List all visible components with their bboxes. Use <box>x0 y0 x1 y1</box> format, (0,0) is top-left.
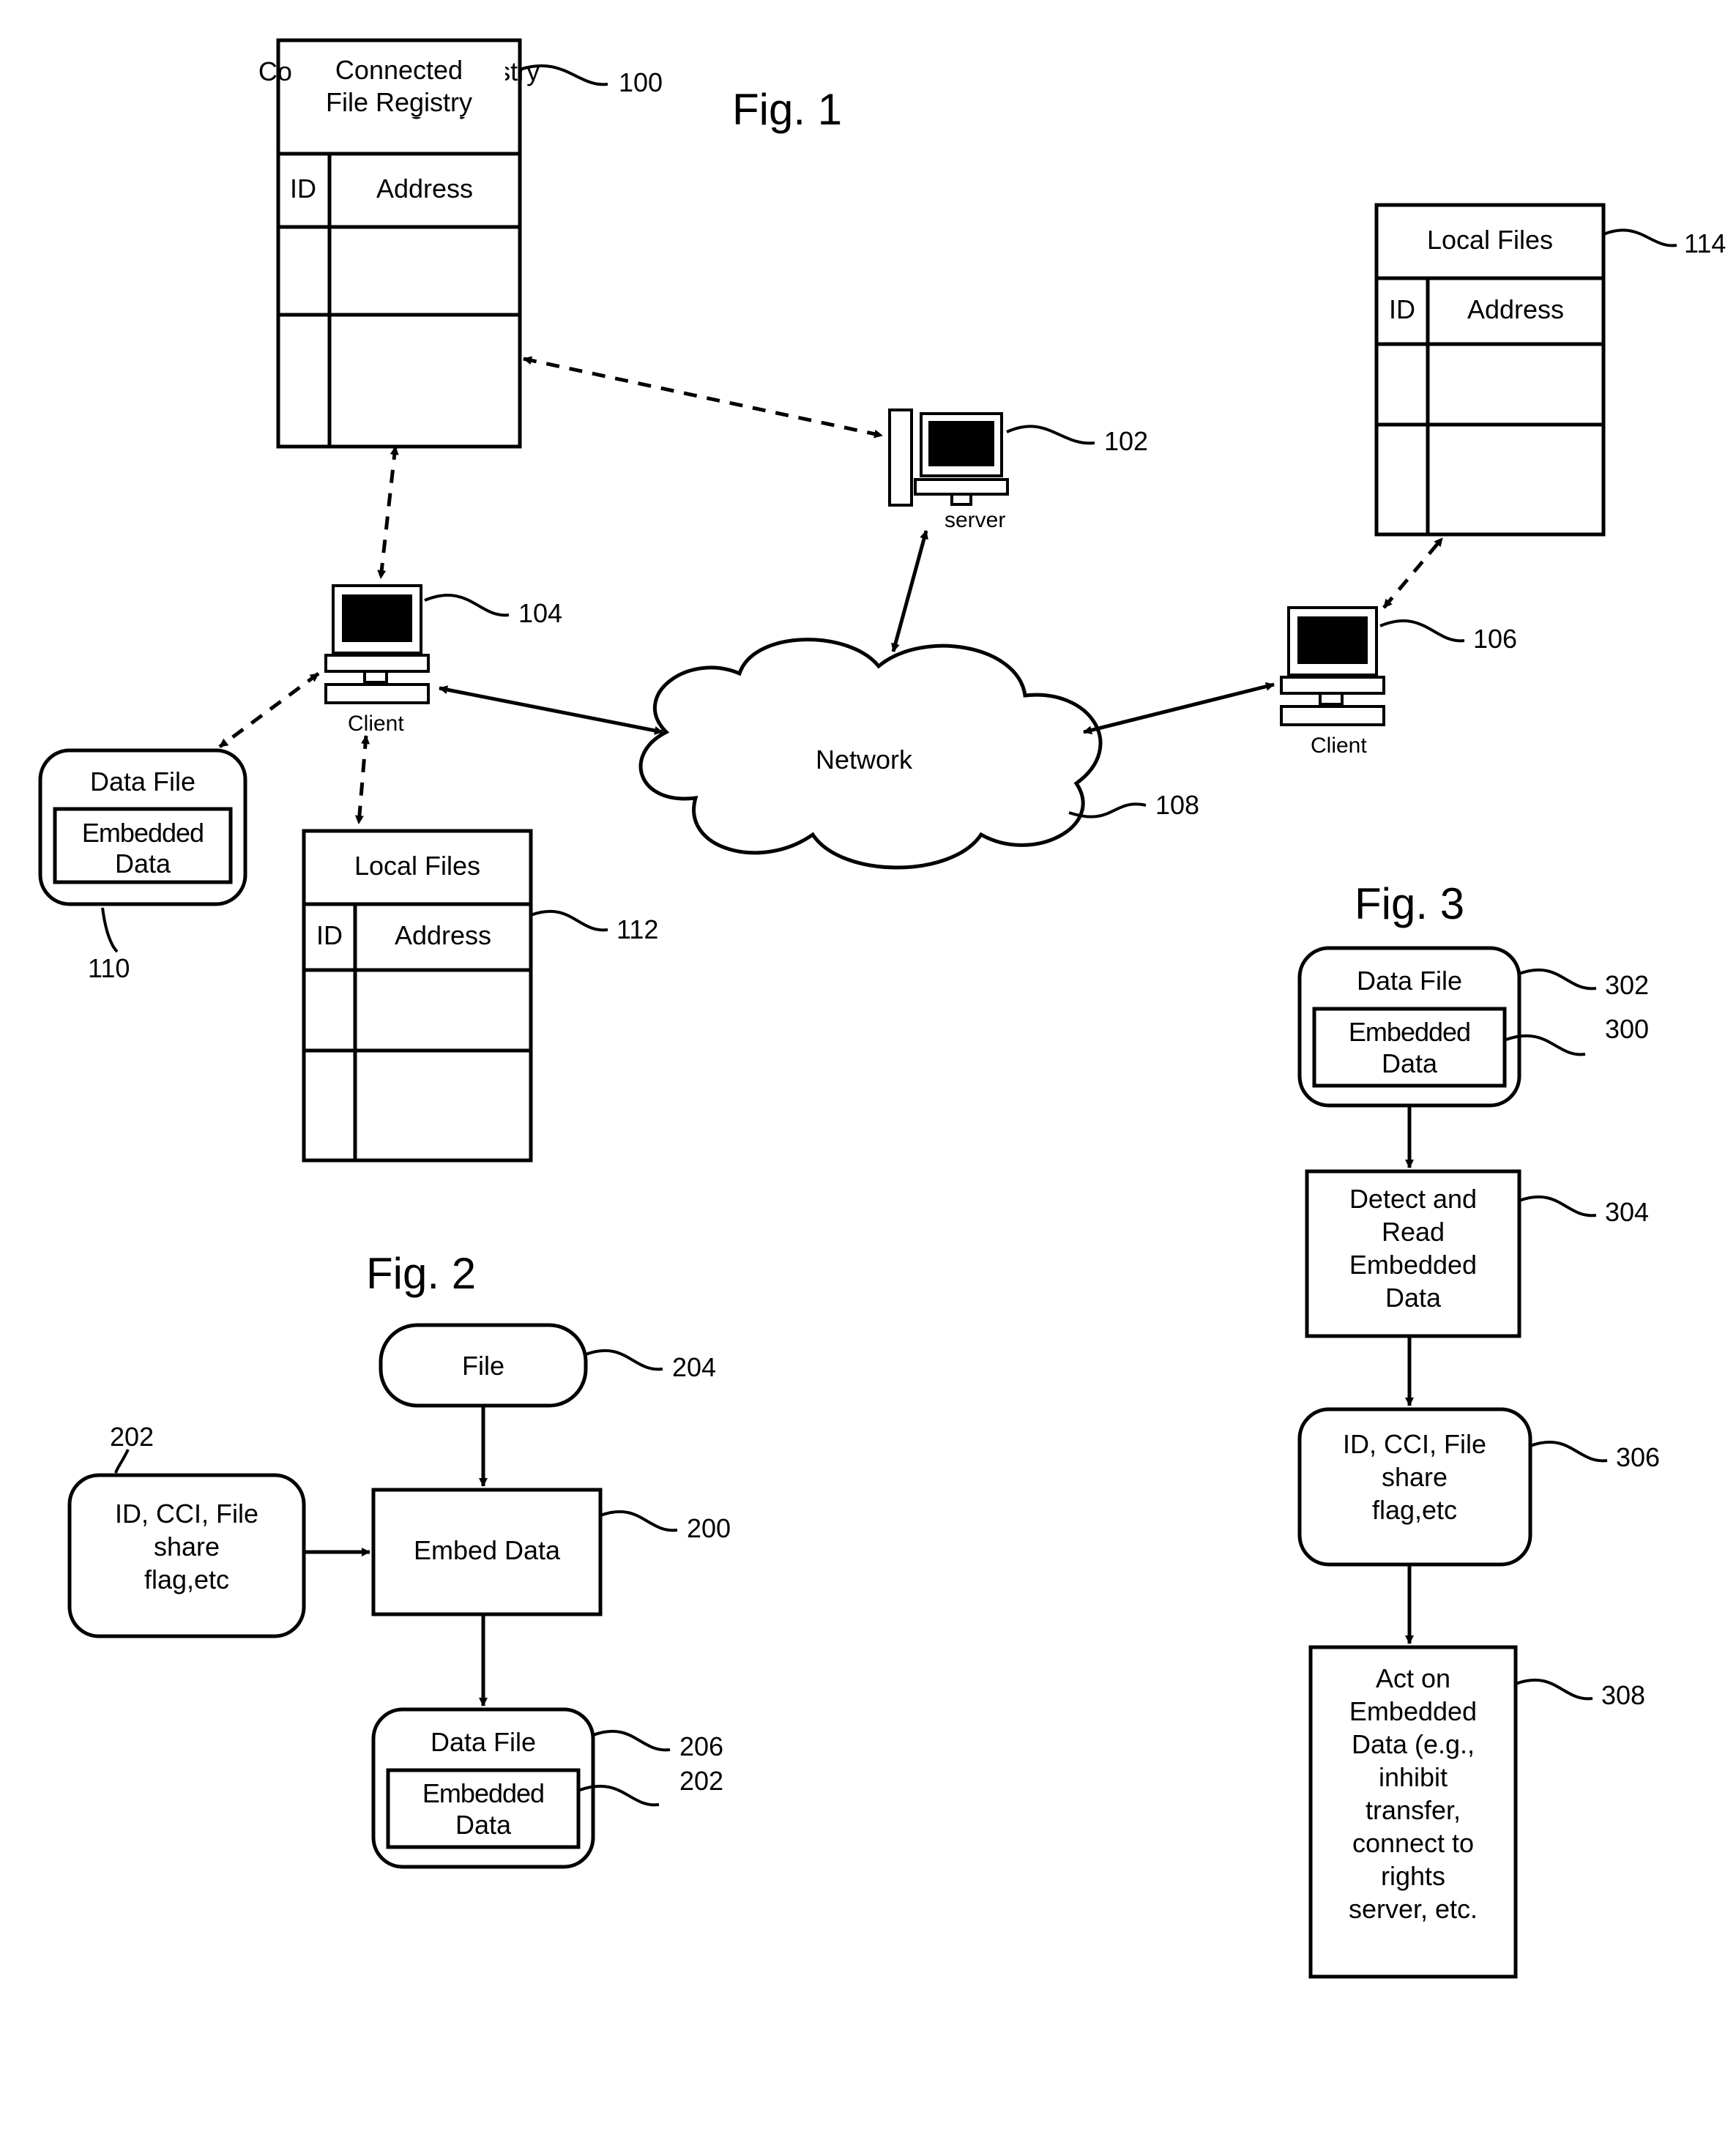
svg-text:server: server <box>945 508 1005 532</box>
svg-text:File: File <box>462 1351 504 1381</box>
svg-text:Detect and: Detect and <box>1349 1184 1477 1214</box>
svg-text:Address: Address <box>376 174 473 204</box>
svg-text:ID: ID <box>1389 294 1415 324</box>
svg-text:share: share <box>154 1532 220 1562</box>
client-106-icon: Client 106 <box>1281 608 1517 758</box>
svg-text:102: 102 <box>1104 426 1148 456</box>
svg-text:Data: Data <box>455 1810 512 1840</box>
data-file-110: Data File Embedded Data 110 <box>40 750 245 983</box>
svg-text:Data File: Data File <box>90 766 195 797</box>
connected-file-registry: Connected File Registry File Registry ID… <box>258 40 663 447</box>
local-files-112: Local Files ID Address 112 <box>304 831 658 1160</box>
svg-text:100: 100 <box>619 67 663 97</box>
svg-text:108: 108 <box>1155 790 1199 820</box>
fig3-title: Fig. 3 <box>1355 879 1464 928</box>
client-104-icon: Client 104 <box>326 586 562 736</box>
svg-text:Local Files: Local Files <box>1427 225 1553 255</box>
svg-text:rights: rights <box>1381 1861 1445 1891</box>
svg-text:Read: Read <box>1382 1217 1445 1247</box>
server-icon: server 102 <box>890 410 1148 532</box>
svg-text:Embedded: Embedded <box>422 1778 544 1808</box>
fig1-title: Fig. 1 <box>732 85 842 134</box>
svg-text:304: 304 <box>1605 1197 1649 1227</box>
svg-text:flag,etc: flag,etc <box>144 1564 229 1594</box>
svg-text:114: 114 <box>1684 228 1726 258</box>
svg-text:Embedded: Embedded <box>82 818 204 848</box>
svg-text:206: 206 <box>679 1731 723 1761</box>
svg-text:300: 300 <box>1605 1014 1649 1044</box>
svg-text:Client: Client <box>1311 734 1367 758</box>
svg-text:File Registry: File Registry <box>326 87 472 117</box>
svg-text:Address: Address <box>395 920 491 950</box>
network-cloud: Network 108 <box>641 640 1199 868</box>
svg-text:share: share <box>1382 1462 1448 1492</box>
svg-text:Embed Data: Embed Data <box>414 1535 561 1565</box>
svg-text:308: 308 <box>1601 1680 1645 1710</box>
svg-text:transfer,: transfer, <box>1366 1795 1461 1825</box>
svg-text:104: 104 <box>518 598 562 628</box>
svg-text:ID: ID <box>316 920 343 950</box>
svg-text:Address: Address <box>1467 294 1564 324</box>
svg-text:Network: Network <box>816 745 913 775</box>
svg-text:flag,etc: flag,etc <box>1372 1495 1457 1525</box>
svg-text:connect to: connect to <box>1352 1828 1474 1858</box>
svg-text:202: 202 <box>110 1422 154 1452</box>
svg-text:Embedded: Embedded <box>1349 1017 1470 1047</box>
svg-text:ID: ID <box>290 174 316 204</box>
svg-text:Local Files: Local Files <box>354 851 480 881</box>
svg-text:Data File: Data File <box>1357 966 1462 996</box>
svg-text:Embedded: Embedded <box>1349 1696 1477 1726</box>
figure-2: Fig. 2 File 204 ID, CCI, File share flag… <box>70 1249 731 1867</box>
local-files-114: Local Files ID Address 114 <box>1376 205 1726 534</box>
figure-1: Fig. 1 Connected File Registry File Regi… <box>40 40 1726 1160</box>
data-file-206: Data File Embedded Data 206 202 <box>373 1709 723 1867</box>
svg-text:106: 106 <box>1473 624 1517 654</box>
svg-text:Data: Data <box>115 848 171 879</box>
svg-text:Embedded: Embedded <box>1349 1250 1477 1280</box>
svg-text:202: 202 <box>679 1766 723 1796</box>
svg-text:Data (e.g.,: Data (e.g., <box>1352 1729 1475 1759</box>
svg-text:200: 200 <box>687 1513 731 1543</box>
svg-text:Act on: Act on <box>1376 1663 1450 1693</box>
svg-text:inhibit: inhibit <box>1379 1762 1448 1792</box>
svg-text:server, etc.: server, etc. <box>1349 1894 1478 1924</box>
svg-text:Data: Data <box>1385 1283 1442 1313</box>
svg-text:ID, CCI, File: ID, CCI, File <box>115 1499 258 1529</box>
svg-text:ID, CCI, File: ID, CCI, File <box>1343 1429 1486 1459</box>
svg-text:Connected: Connected <box>335 55 463 85</box>
svg-text:112: 112 <box>616 914 658 944</box>
svg-text:306: 306 <box>1616 1442 1660 1472</box>
data-file-302: Data File Embedded Data 302 300 <box>1300 948 1649 1105</box>
svg-text:110: 110 <box>88 953 130 983</box>
svg-text:Data: Data <box>1382 1048 1438 1078</box>
svg-text:Data File: Data File <box>431 1727 536 1757</box>
svg-text:Client: Client <box>348 712 404 736</box>
figure-3: Fig. 3 Data File Embedded Data 302 300 D… <box>1300 879 1660 1977</box>
svg-text:204: 204 <box>672 1352 716 1382</box>
fig2-title: Fig. 2 <box>366 1249 476 1298</box>
svg-text:302: 302 <box>1605 970 1649 1000</box>
